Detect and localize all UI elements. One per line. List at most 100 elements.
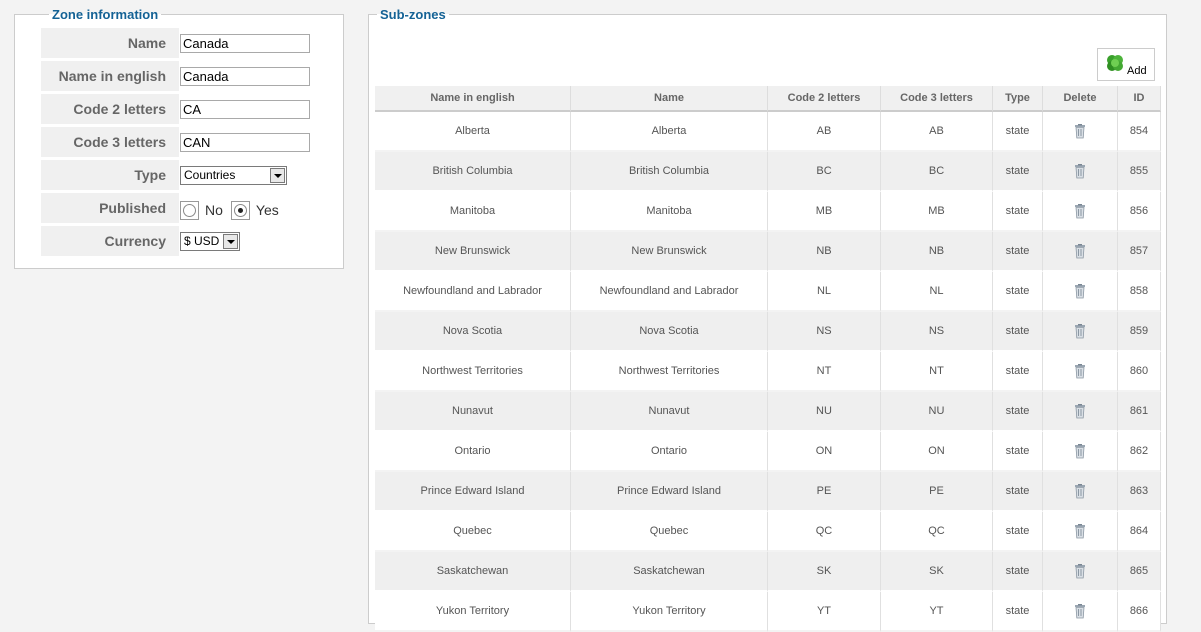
chevron-down-icon[interactable] [270,167,285,183]
cell-delete [1043,552,1118,592]
trash-icon[interactable] [1074,323,1086,339]
name-label: Name [41,28,179,58]
currency-select[interactable]: $ USD [180,231,240,251]
cell-id: 864 [1118,512,1161,552]
published-yes-radio[interactable] [230,200,250,220]
cell-name-english[interactable]: Quebec [375,512,571,552]
table-row[interactable]: Northwest Territories Northwest Territori… [375,352,1161,392]
cell-name[interactable]: Quebec [571,512,768,552]
cell-name-english[interactable]: Nunavut [375,392,571,432]
cell-delete [1043,192,1118,232]
sub-zones-legend: Sub-zones [380,7,446,22]
trash-icon[interactable] [1074,443,1086,459]
cell-name[interactable]: Alberta [571,112,768,152]
cell-code3: NU [881,392,993,432]
cell-name[interactable]: Newfoundland and Labrador [571,272,768,312]
col-name[interactable]: Name [571,86,768,112]
cell-name-english[interactable]: Newfoundland and Labrador [375,272,571,312]
cell-code3: NT [881,352,993,392]
trash-icon[interactable] [1074,283,1086,299]
currency-row: Currency $ USD [41,226,343,256]
table-row[interactable]: Ontario Ontario ON ON state 862 [375,432,1161,472]
cell-name-english[interactable]: New Brunswick [375,232,571,272]
published-yes-label[interactable]: Yes [256,202,279,218]
cell-name-english[interactable]: Manitoba [375,192,571,232]
cell-name-english[interactable]: Ontario [375,432,571,472]
cell-name-english[interactable]: Northwest Territories [375,352,571,392]
trash-icon[interactable] [1074,523,1086,539]
trash-icon[interactable] [1074,243,1086,259]
col-code2[interactable]: Code 2 letters [768,86,881,112]
cell-name[interactable]: British Columbia [571,152,768,192]
cell-name-english[interactable]: Prince Edward Island [375,472,571,512]
cell-name[interactable]: Nunavut [571,392,768,432]
col-name-english[interactable]: Name in english [375,86,571,112]
code2-label: Code 2 letters [41,94,179,124]
cell-name-english[interactable]: Nova Scotia [375,312,571,352]
trash-icon[interactable] [1074,483,1086,499]
cell-type: state [993,592,1043,632]
table-row[interactable]: Quebec Quebec QC QC state 864 [375,512,1161,552]
cell-name[interactable]: Ontario [571,432,768,472]
cell-name[interactable]: Yukon Territory [571,592,768,632]
add-button-label: Add [1127,65,1147,77]
cell-code3: NS [881,312,993,352]
cell-name-english[interactable]: Alberta [375,112,571,152]
table-row[interactable]: Alberta Alberta AB AB state 854 [375,112,1161,152]
cell-id: 855 [1118,152,1161,192]
code3-row: Code 3 letters [41,127,343,157]
cell-name[interactable]: Northwest Territories [571,352,768,392]
cell-code2: QC [768,512,881,552]
code2-input[interactable] [180,99,310,119]
cell-id: 863 [1118,472,1161,512]
cell-code2: NT [768,352,881,392]
col-id[interactable]: ID [1118,86,1161,112]
cell-name[interactable]: Nova Scotia [571,312,768,352]
cell-id: 856 [1118,192,1161,232]
trash-icon[interactable] [1074,163,1086,179]
cell-name[interactable]: New Brunswick [571,232,768,272]
trash-icon[interactable] [1074,123,1086,139]
cell-name[interactable]: Saskatchewan [571,552,768,592]
table-row[interactable]: Nunavut Nunavut NU NU state 861 [375,392,1161,432]
table-row[interactable]: Yukon Territory Yukon Territory YT YT state 8… [375,592,1161,632]
published-no-label[interactable]: No [205,202,223,218]
name-english-input[interactable] [180,66,310,86]
trash-icon[interactable] [1074,403,1086,419]
table-row[interactable]: British Columbia British Columbia BC BC stat… [375,152,1161,192]
add-button[interactable]: Add [1097,48,1155,81]
table-row[interactable]: Nova Scotia Nova Scotia NS NS state 859 [375,312,1161,352]
code3-input[interactable] [180,132,310,152]
cell-id: 859 [1118,312,1161,352]
cell-code2: BC [768,152,881,192]
cell-code3: QC [881,512,993,552]
cell-name-english[interactable]: Saskatchewan [375,552,571,592]
table-row[interactable]: Saskatchewan Saskatchewan SK SK state 865 [375,552,1161,592]
trash-icon[interactable] [1074,363,1086,379]
cell-name[interactable]: Manitoba [571,192,768,232]
col-type[interactable]: Type [993,86,1043,112]
trash-icon[interactable] [1074,603,1086,619]
chevron-down-icon[interactable] [223,233,238,249]
cell-delete [1043,512,1118,552]
trash-icon[interactable] [1074,203,1086,219]
type-select[interactable]: Countries [180,165,287,185]
trash-icon[interactable] [1074,563,1086,579]
cell-name-english[interactable]: British Columbia [375,152,571,192]
col-code3[interactable]: Code 3 letters [881,86,993,112]
sub-zones-panel: Sub-zones Add Name in english Name Code … [368,7,1167,632]
table-row[interactable]: New Brunswick New Brunswick NB NB state 857 [375,232,1161,272]
table-row[interactable]: Manitoba Manitoba MB MB state 856 [375,192,1161,232]
cell-code3: AB [881,112,993,152]
cell-name-english[interactable]: Yukon Territory [375,592,571,632]
cell-type: state [993,232,1043,272]
published-no-radio[interactable] [180,200,199,220]
cell-delete [1043,152,1118,192]
name-input[interactable] [180,33,310,53]
table-row[interactable]: Prince Edward Island Prince Edward Island… [375,472,1161,512]
cell-type: state [993,112,1043,152]
currency-select-value: $ USD [184,234,220,248]
table-row[interactable]: Newfoundland and Labrador Newfoundland an… [375,272,1161,312]
cell-code3: SK [881,552,993,592]
cell-name[interactable]: Prince Edward Island [571,472,768,512]
